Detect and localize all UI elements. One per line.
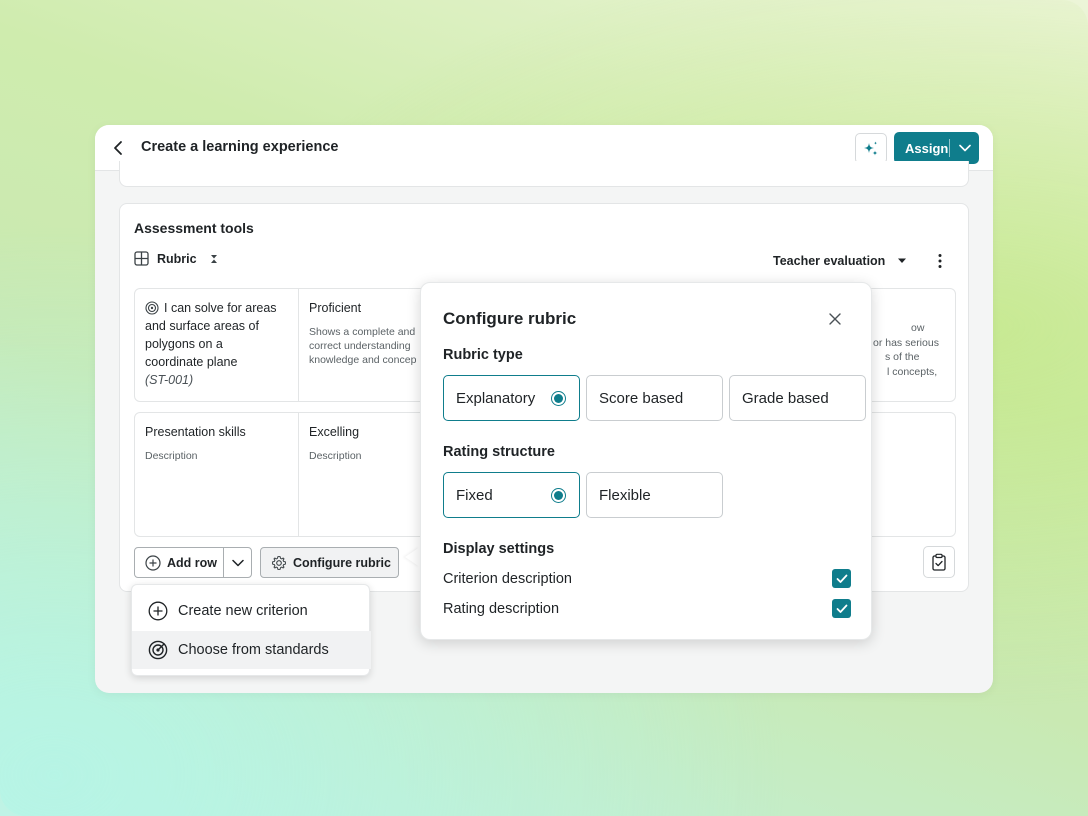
level-description-line: correct understanding [309, 340, 411, 352]
ai-assist-button[interactable] [855, 133, 887, 164]
sort-icon[interactable] [209, 253, 219, 265]
display-settings-label: Display settings [443, 541, 555, 557]
option-label: Flexible [599, 486, 651, 504]
menu-item-label: Choose from standards [178, 642, 329, 658]
rubric-type-grade-based[interactable]: Grade based [729, 375, 866, 421]
description-line: s of the [885, 351, 920, 363]
evaluation-select[interactable]: Teacher evaluation [773, 254, 907, 268]
assign-button[interactable]: Assign [894, 132, 979, 164]
plus-circle-icon [145, 554, 161, 571]
create-new-criterion-item[interactable]: Create new criterion [132, 592, 371, 630]
level-description: Description [309, 450, 362, 462]
add-row-split-button: Add row [134, 547, 252, 578]
rubric-type-label: Rubric type [443, 347, 523, 363]
criterion-description-setting: Criterion description [443, 569, 851, 588]
level-title: Excelling [309, 425, 360, 439]
clipboard-check-icon [932, 553, 946, 571]
chevron-left-icon [114, 141, 122, 155]
rating-structure-fixed[interactable]: Fixed [443, 472, 580, 518]
close-icon [829, 313, 841, 325]
chevron-down-icon [231, 559, 244, 566]
rating-structure-label: Rating structure [443, 444, 555, 460]
add-row-menu-toggle[interactable] [224, 559, 251, 567]
assign-label: Assign [905, 140, 949, 156]
clipboard-button[interactable] [923, 546, 955, 578]
target-icon [148, 640, 168, 660]
standard-code: (ST-001) [145, 373, 194, 387]
level-cell[interactable]: Proficient Shows a complete and correct … [299, 289, 429, 401]
criterion-description-checkbox[interactable] [832, 569, 851, 588]
previous-section-card [119, 161, 969, 187]
rubric-header: Rubric [134, 251, 219, 266]
configure-rubric-popover: Configure rubric Rubric type Explanatory… [420, 282, 872, 640]
criterion-text-line: coordinate plane [145, 355, 238, 369]
more-options-button[interactable] [932, 251, 948, 271]
chevron-down-icon [958, 144, 971, 152]
radio-selected-icon [551, 391, 566, 406]
rating-description-checkbox[interactable] [832, 599, 851, 618]
popover-pointer [405, 547, 420, 567]
rubric-type-explanatory[interactable]: Explanatory [443, 375, 580, 421]
rating-description-setting: Rating description [443, 599, 851, 618]
rating-structure-flexible[interactable]: Flexible [586, 472, 723, 518]
rubric-type-score-based[interactable]: Score based [586, 375, 723, 421]
description-line: or has serious [873, 336, 939, 349]
check-icon [836, 604, 847, 613]
level-cell[interactable]: Excelling Description [299, 413, 429, 536]
description-line: ow [911, 322, 925, 334]
evaluation-label: Teacher evaluation [773, 254, 886, 268]
plus-circle-icon [148, 601, 168, 621]
menu-item-label: Create new criterion [178, 603, 308, 619]
setting-label: Criterion description [443, 570, 572, 587]
criterion-text-line: and surface areas of [145, 319, 259, 333]
criterion-text-line: I can solve for areas [164, 301, 277, 315]
configure-rubric-label: Configure rubric [293, 555, 391, 570]
option-label: Score based [599, 389, 684, 407]
table-icon [134, 251, 149, 266]
criterion-description: Description [145, 450, 198, 462]
assign-options-button[interactable] [950, 144, 979, 152]
check-icon [836, 574, 847, 583]
add-row-menu: Create new criterion Choose from standar… [131, 584, 371, 676]
back-button[interactable] [107, 137, 129, 159]
section-title: Assessment tools [134, 220, 254, 236]
page-title: Create a learning experience [141, 139, 339, 155]
configure-rubric-button[interactable]: Configure rubric [260, 547, 399, 578]
radio-selected-icon [551, 488, 566, 503]
caret-down-icon [898, 258, 907, 263]
criterion-title: Presentation skills [145, 425, 246, 439]
criterion-cell[interactable]: I can solve for areas and surface areas … [135, 289, 299, 401]
choose-from-standards-item[interactable]: Choose from standards [132, 631, 371, 669]
description-line: l concepts, [887, 365, 938, 378]
level-description-line: knowledge and concep [309, 354, 417, 366]
add-row-label: Add row [167, 555, 217, 570]
close-button[interactable] [827, 311, 843, 327]
add-row-button[interactable]: Add row [135, 554, 223, 571]
setting-label: Rating description [443, 600, 560, 617]
option-label: Grade based [742, 389, 829, 407]
criterion-text-line: polygons on a [145, 337, 223, 351]
criterion-cell[interactable]: Presentation skills Description [135, 413, 299, 536]
popover-title: Configure rubric [443, 309, 577, 328]
rubric-label: Rubric [157, 251, 197, 266]
kebab-icon [938, 254, 942, 268]
target-icon [145, 301, 159, 315]
level-title: Proficient [309, 301, 362, 315]
option-label: Explanatory [456, 389, 536, 407]
level-description-line: Shows a complete and [309, 326, 416, 338]
option-label: Fixed [456, 486, 493, 504]
level-description-partial: ow or has serious s of the l concepts, [873, 321, 957, 379]
sparkle-icon [864, 141, 878, 155]
gear-icon [272, 555, 286, 570]
